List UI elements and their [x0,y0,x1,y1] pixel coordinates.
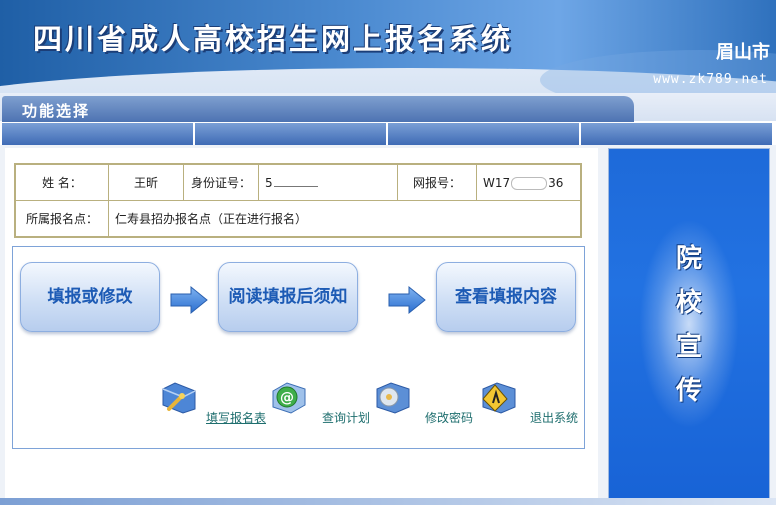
table-row: 所属报名点： 仁寿县招办报名点（正在进行报名） [14,200,582,238]
promo-char: 传 [675,376,702,406]
site-title: 四川省成人高校招生网上报名系统 [33,22,514,56]
site-label: 所属报名点： [14,200,109,238]
menu-row [2,123,772,145]
city-label: 眉山市 [716,42,770,63]
site-header: 四川省成人高校招生网上报名系统 眉山市 www.zk789.net [0,0,776,93]
menu-cell-4[interactable] [581,123,772,145]
folder-cd-icon [376,382,410,414]
change-password-link[interactable]: 修改密码 [373,379,483,429]
query-plan-link-label: 查询计划 [322,411,371,425]
email-at-icon: @ [272,382,306,414]
school-promo-title: 院 校 宣 传 [609,237,769,413]
id-value: 5 [258,163,398,201]
arrow-right-icon [388,285,426,315]
menu-cell-2[interactable] [195,123,386,145]
fill-or-modify-button[interactable]: 填报或修改 [20,262,160,332]
fill-form-link-label: 填写报名表 [206,411,267,425]
folder-wrench-icon [162,382,196,414]
svg-text:@: @ [280,390,294,406]
view-content-button[interactable]: 查看填报内容 [436,262,576,332]
arrow-right-icon [170,285,208,315]
logout-link-label: 退出系统 [530,411,579,425]
promo-char: 校 [675,288,702,318]
reg-label: 网报号： [397,163,477,201]
school-promo-panel[interactable]: 院 校 宣 传 [608,148,770,499]
id-value-prefix: 5 [265,175,273,190]
name-label: 姓 名： [14,163,109,201]
reg-value-suffix: 36 [548,175,564,190]
id-value-redacted [273,179,318,187]
reg-value: W17 36 [476,163,582,201]
change-password-link-label: 修改密码 [425,411,474,425]
function-title: 功能选择 [22,102,91,120]
function-tab: 功能选择 [2,96,634,122]
fill-form-link[interactable]: 填写报名表 [159,379,269,429]
menu-cell-3[interactable] [388,123,579,145]
name-value: 王昕 [108,163,184,201]
site-url: www.zk789.net [653,72,768,87]
promo-char: 宣 [675,332,702,362]
bottom-strip [0,498,776,505]
menu-cell-1[interactable] [2,123,193,145]
folder-warning-icon [482,382,516,414]
logout-link[interactable]: 退出系统 [479,379,589,429]
table-row: 姓 名： 王昕 身份证号： 5 网报号： W17 36 [14,163,582,201]
site-value: 仁寿县招办报名点（正在进行报名） [108,200,582,238]
query-plan-link[interactable]: @ 查询计划 [269,379,379,429]
promo-char: 院 [675,244,702,274]
applicant-info-table: 姓 名： 王昕 身份证号： 5 网报号： W17 36 所属报名点： 仁寿县招办报… [14,163,582,238]
reg-value-redacted [511,176,548,190]
read-notice-button[interactable]: 阅读填报后须知 [218,262,358,332]
reg-value-prefix: W17 [483,175,511,190]
action-box: 填报或修改 阅读填报后须知 查看填报内容 填写报名表 @ 查询计划 修改密码 退… [12,246,585,449]
id-label: 身份证号： [183,163,259,201]
